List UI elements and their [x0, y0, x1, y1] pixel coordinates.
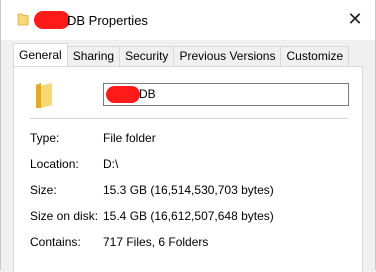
folder-name-text: DB — [139, 87, 156, 101]
tab-security[interactable]: Security — [119, 46, 175, 66]
size-label: Size: — [30, 183, 57, 197]
properties-window: DB Properties ✕ General Sharing Security… — [0, 0, 376, 272]
general-panel: DB Type: File folder Location: D:\ Size:… — [13, 66, 363, 272]
tab-customize[interactable]: Customize — [280, 46, 350, 66]
folder-name-field[interactable]: DB — [103, 83, 349, 106]
size-on-disk-value: 15.4 GB (16,612,507,648 bytes) — [103, 209, 274, 223]
location-label: Location: — [30, 157, 79, 171]
type-value: File folder — [103, 131, 156, 145]
size-on-disk-label: Size on disk: — [30, 209, 99, 223]
size-value: 15.3 GB (16,514,530,703 bytes) — [103, 183, 274, 197]
folder-large-icon — [36, 83, 52, 108]
title-redaction — [34, 11, 70, 29]
tab-strip: General Sharing Security Previous Versio… — [13, 43, 350, 66]
name-redaction — [106, 86, 140, 103]
close-button[interactable]: ✕ — [341, 6, 369, 32]
location-value: D:\ — [103, 157, 119, 171]
tab-general[interactable]: General — [13, 43, 68, 66]
tab-previous-versions[interactable]: Previous Versions — [173, 46, 282, 66]
folder-icon — [17, 13, 29, 26]
window-title: DB Properties — [67, 13, 148, 28]
contains-value: 717 Files, 6 Folders — [103, 235, 209, 249]
dialog-body: General Sharing Security Previous Versio… — [1, 40, 375, 272]
contains-label: Contains: — [30, 235, 81, 249]
close-icon: ✕ — [347, 8, 363, 29]
divider — [30, 118, 348, 119]
tab-sharing[interactable]: Sharing — [66, 46, 121, 66]
title-bar[interactable]: DB Properties ✕ — [1, 0, 375, 40]
type-label: Type: — [30, 131, 60, 145]
